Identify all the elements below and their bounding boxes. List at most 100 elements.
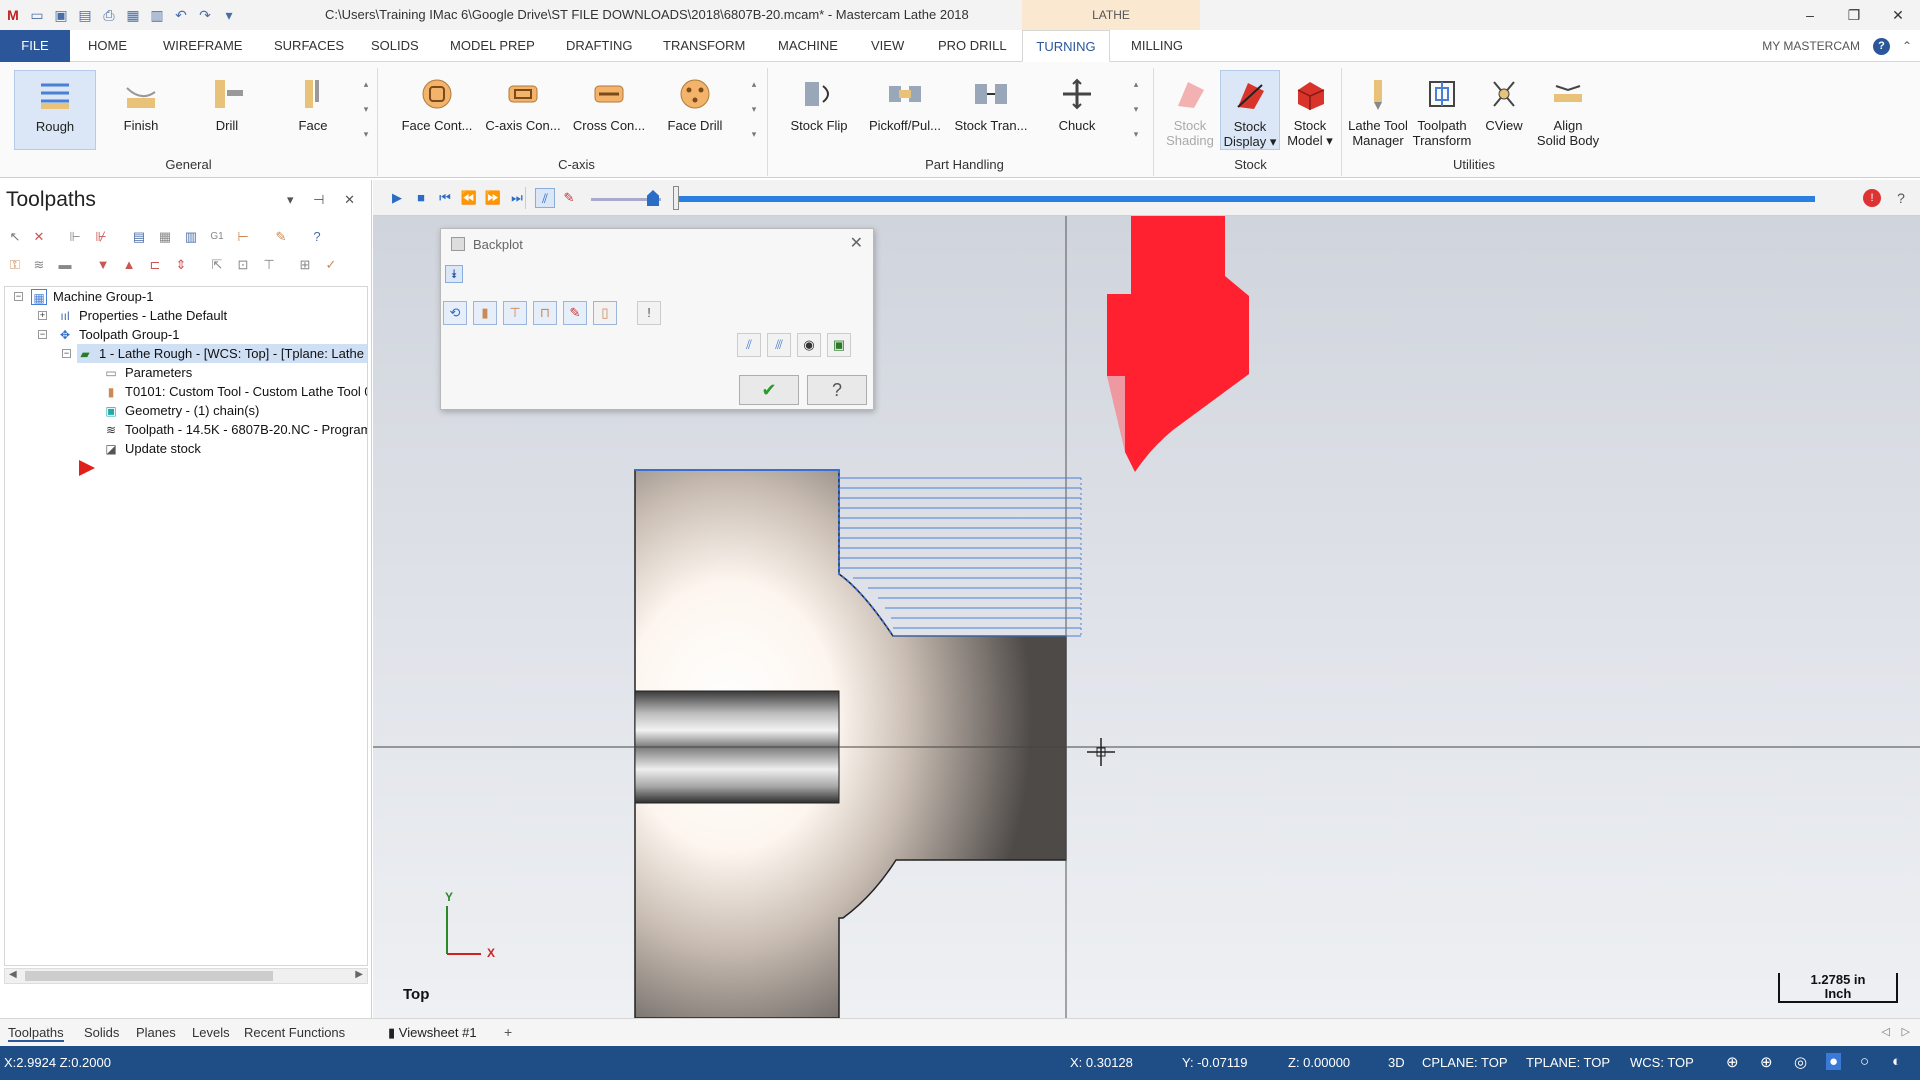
tab-solids[interactable]: SOLIDS — [363, 30, 427, 62]
deselect-ops-icon[interactable]: ⊮ — [92, 228, 110, 246]
face-button[interactable]: Face — [272, 70, 354, 150]
save-as-icon[interactable]: ▦ — [124, 6, 142, 24]
move-up-icon[interactable]: ▲ — [120, 256, 138, 274]
tab-milling[interactable]: MILLING — [1123, 30, 1191, 62]
merge-icon[interactable]: ▥ — [148, 6, 166, 24]
bp-quick-verify-icon[interactable]: ▯ — [593, 301, 617, 325]
bp-display-holder-icon[interactable]: ⊤ — [503, 301, 527, 325]
bp-camera-icon[interactable]: ◉ — [797, 333, 821, 357]
playbar-help-icon[interactable]: ? — [1891, 188, 1911, 208]
stock-shading-button[interactable]: Stock Shading — [1160, 70, 1220, 150]
bp-help-button[interactable]: ? — [807, 375, 867, 405]
highfeed-icon[interactable]: ✎ — [272, 228, 290, 246]
drill-button[interactable]: Drill — [186, 70, 268, 150]
help-icon[interactable]: ? — [1873, 38, 1890, 55]
my-mastercam-link[interactable]: MY MASTERCAM — [1762, 30, 1860, 62]
tree-node-toolpath[interactable]: ≋ Toolpath - 14.5K - 6807B-20.NC - Progr… — [103, 420, 367, 439]
restore-button[interactable]: ❐ — [1832, 0, 1876, 30]
expand-dialog-icon[interactable]: ⯯ — [445, 265, 463, 283]
save-icon[interactable]: ▣ — [52, 6, 70, 24]
print-icon[interactable]: ⎙ — [100, 6, 118, 24]
bp-display-toolpath-icon[interactable]: ⟲ — [443, 301, 467, 325]
status-cplane[interactable]: CPLANE: TOP — [1422, 1055, 1508, 1070]
collapse-ribbon-icon[interactable]: ⌃ — [1902, 30, 1912, 62]
chuck-button[interactable]: Chuck — [1036, 70, 1118, 150]
scroll-thumb[interactable] — [25, 971, 273, 981]
general-scroll-arrows[interactable]: ▴ ▾ ▾ — [360, 72, 372, 148]
tree-node-lathe-rough[interactable]: ▰ 1 - Lathe Rough - [WCS: Top] - [Tplane… — [77, 344, 367, 363]
tab-surfaces[interactable]: SURFACES — [266, 30, 352, 62]
stock-display-button[interactable]: Stock Display ▾ — [1220, 70, 1280, 150]
expander-machine-group[interactable]: − — [14, 292, 23, 301]
regenerate-dirty-icon[interactable]: ▦ — [156, 228, 174, 246]
expand-icon[interactable]: ⊞ — [296, 256, 314, 274]
finish-button[interactable]: Finish — [100, 70, 182, 150]
open-icon[interactable]: ▤ — [76, 6, 94, 24]
tab-drafting[interactable]: DRAFTING — [558, 30, 640, 62]
select-all-ops-icon[interactable]: ⊩ — [66, 228, 84, 246]
expander-lathe-rough[interactable]: − — [62, 349, 71, 358]
tab-wireframe[interactable]: WIREFRAME — [155, 30, 250, 62]
bp-display-tool-icon[interactable]: ▮ — [473, 301, 497, 325]
tab-view[interactable]: VIEW — [863, 30, 912, 62]
g1-icon[interactable]: G1 — [208, 228, 226, 246]
options-icon[interactable]: ✓ — [322, 256, 340, 274]
tree-node-parameters[interactable]: ▭ Parameters — [103, 363, 192, 382]
step-back-icon[interactable]: ⏪ — [459, 188, 479, 208]
material-icon[interactable]: ◐ — [1892, 1053, 1901, 1070]
stock-model-button[interactable]: Stock Model ▾ — [1280, 70, 1340, 150]
insert-after-icon[interactable]: ⊏ — [146, 256, 164, 274]
lock-icon[interactable]: ⚿ — [6, 256, 24, 274]
scroll-right-icon[interactable]: ▶ — [355, 969, 363, 980]
skip-end-icon[interactable]: ⏭ — [507, 188, 527, 208]
viewsheet-scroll-left-icon[interactable]: ◁ — [1882, 1025, 1890, 1038]
deselect-icon[interactable]: ✕ — [30, 228, 48, 246]
tab-pro-drill[interactable]: PRO DRILL — [930, 30, 1015, 62]
step-forward-icon[interactable]: ⏩ — [483, 188, 503, 208]
translucent-icon[interactable]: ○ — [1860, 1053, 1869, 1070]
stock-transfer-button[interactable]: Stock Tran... — [950, 70, 1032, 150]
stop-icon[interactable]: ■ — [411, 188, 431, 208]
status-tplane[interactable]: TPLANE: TOP — [1526, 1055, 1610, 1070]
toolpath-transform-button[interactable]: Toolpath Transform — [1410, 70, 1474, 150]
tree-node-tool[interactable]: ▮ T0101: Custom Tool - Custom Lathe Tool… — [103, 382, 367, 401]
lathe-tool-manager-button[interactable]: Lathe Tool Manager — [1346, 70, 1410, 150]
tab-transform[interactable]: TRANSFORM — [655, 30, 753, 62]
status-wcs[interactable]: WCS: TOP — [1630, 1055, 1694, 1070]
viewsheet-tab[interactable]: ▮ Viewsheet #1 — [388, 1025, 477, 1041]
move-down-icon[interactable]: ▼ — [94, 256, 112, 274]
bp-info-icon[interactable]: ! — [637, 301, 661, 325]
regenerate-icon[interactable]: ▤ — [130, 228, 148, 246]
rough-button[interactable]: Rough — [14, 70, 96, 150]
expander-toolpath-group[interactable]: − — [38, 330, 47, 339]
bp-save-icon[interactable]: ▣ — [827, 333, 851, 357]
tree-node-properties[interactable]: ııl Properties - Lathe Default — [57, 306, 227, 325]
bp-ok-button[interactable]: ✔ — [739, 375, 799, 405]
pickoff-pull-button[interactable]: Pickoff/Pul... — [864, 70, 946, 150]
tab-solids-panel[interactable]: Solids — [84, 1025, 119, 1040]
bp-lines-icon[interactable]: ⫽ — [737, 333, 761, 357]
tab-home[interactable]: HOME — [80, 30, 135, 62]
single-display-icon[interactable]: ⊡ — [234, 256, 252, 274]
align-solid-body-button[interactable]: Align Solid Body — [1534, 70, 1602, 150]
wireframe-globe-icon[interactable]: ⊕ — [1760, 1053, 1773, 1071]
caxis-contour-button[interactable]: C-axis Con... — [482, 70, 564, 150]
minimize-button[interactable]: – — [1788, 0, 1832, 30]
scroll-to-insert-icon[interactable]: ⇱ — [208, 256, 226, 274]
show-toolpath-icon[interactable]: ⫽ — [535, 188, 555, 208]
tree-node-geometry[interactable]: ▣ Geometry - (1) chain(s) — [103, 401, 259, 420]
tree-horizontal-scrollbar[interactable]: ◀ ▶ — [4, 968, 368, 984]
tab-levels[interactable]: Levels — [192, 1025, 230, 1040]
progress-track[interactable] — [679, 196, 1815, 202]
add-viewsheet-button[interactable]: + — [504, 1024, 512, 1040]
customize-qat-icon[interactable]: ▾ — [220, 6, 238, 24]
tab-recent-functions[interactable]: Recent Functions — [244, 1025, 345, 1040]
tab-machine[interactable]: MACHINE — [770, 30, 846, 62]
viewsheet-scroll-right-icon[interactable]: ▷ — [1902, 1025, 1910, 1038]
shaded-globe-icon[interactable]: ◎ — [1794, 1053, 1807, 1071]
skip-start-icon[interactable]: ⏮ — [435, 188, 455, 208]
new-file-icon[interactable]: ▭ — [28, 6, 46, 24]
tab-turning[interactable]: TURNING — [1022, 30, 1110, 62]
scroll-left-icon[interactable]: ◀ — [9, 969, 17, 980]
face-contour-button[interactable]: Face Cont... — [396, 70, 478, 150]
